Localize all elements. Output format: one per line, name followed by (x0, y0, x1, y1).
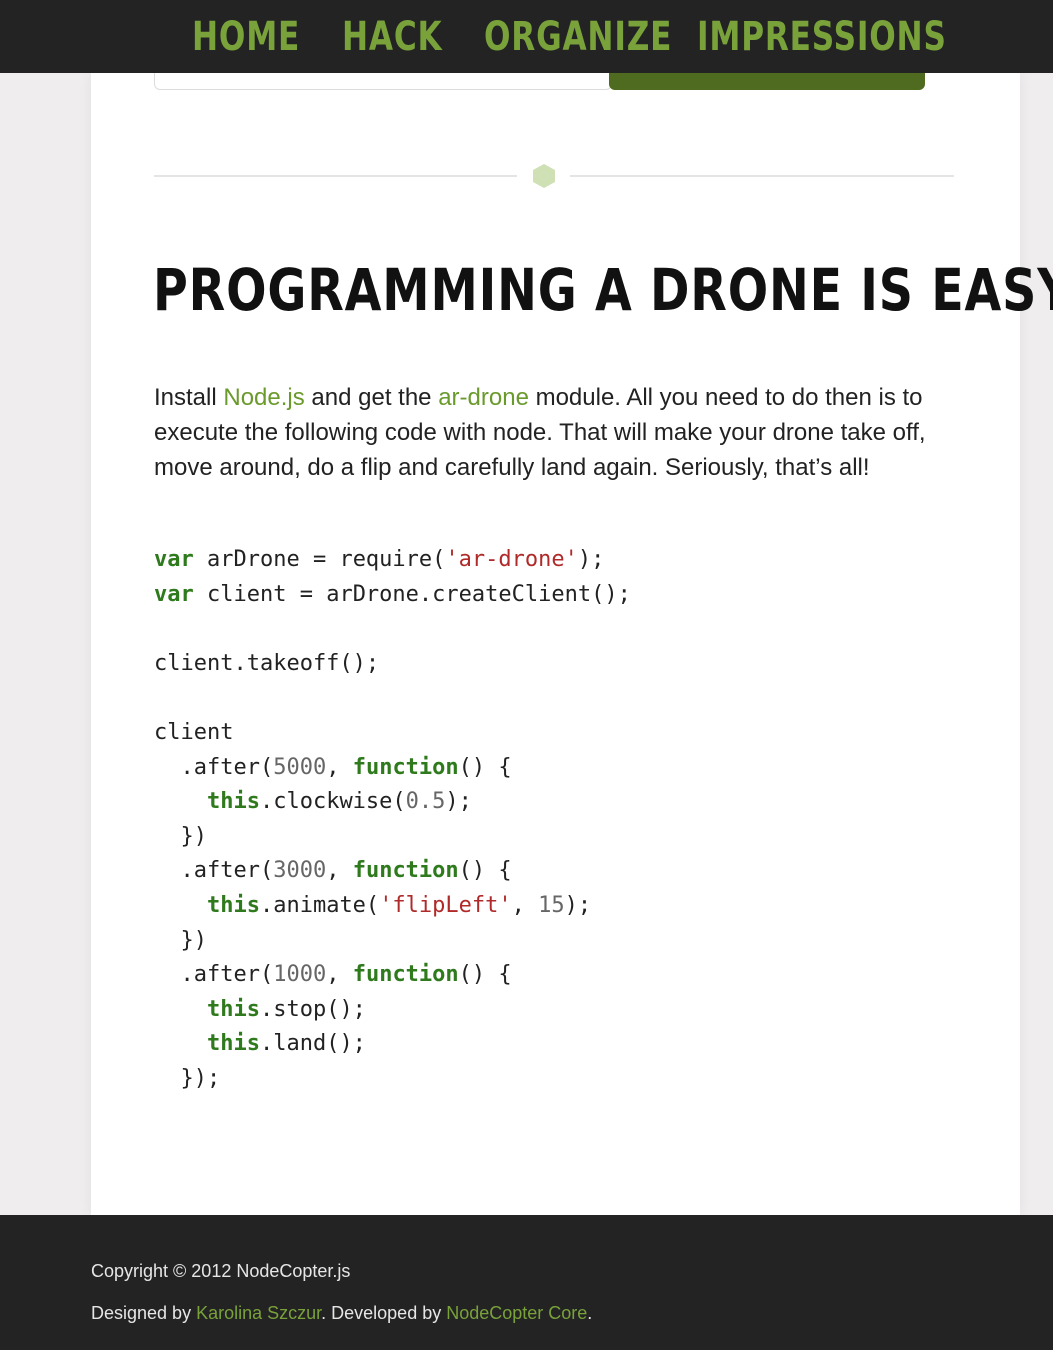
code-text: .after( (154, 754, 274, 780)
code-keyword: this (206, 789, 260, 815)
code-string: 'flipLeft' (379, 892, 512, 918)
divider-line-left (154, 175, 517, 177)
code-text: }); (154, 1065, 221, 1091)
code-keyword: this (206, 996, 260, 1022)
code-text: .land(); (259, 1031, 366, 1057)
designed-by-label: Designed by (91, 1303, 197, 1323)
code-text: , (326, 962, 353, 988)
code-text: client (154, 719, 234, 745)
code-number: 0.5 (405, 789, 446, 815)
code-keyword: this (206, 1031, 260, 1057)
designer-link[interactable]: Karolina Szczur (196, 1303, 321, 1323)
page-title: PROGRAMMING A DRONE IS EASY! (153, 256, 1053, 324)
code-text: .clockwise( (259, 789, 406, 815)
code-text: client = arDrone.createClient(); (193, 581, 631, 607)
code-number: 15 (538, 892, 565, 918)
hexagon-icon (533, 164, 555, 188)
intro-paragraph: Install Node.js and get the ar-drone mod… (154, 380, 954, 485)
page-footer: Copyright © 2012 NodeCopter.js Designed … (0, 1215, 1053, 1350)
credits-text: Designed by Karolina Szczur. Developed b… (91, 1303, 592, 1324)
nav-organize-link[interactable]: ORGANIZE (484, 12, 672, 62)
nav-hack-link[interactable]: HACK (342, 12, 442, 62)
code-text: .animate( (259, 892, 380, 918)
top-navigation-bar: HOME HACK ORGANIZE IMPRESSIONS (0, 0, 1053, 73)
nav-impressions-link[interactable]: IMPRESSIONS (697, 12, 947, 62)
code-keyword: this (206, 892, 260, 918)
divider-line-right (570, 175, 954, 177)
code-text: arDrone = require( (193, 547, 446, 572)
intro-text-1: Install (154, 384, 224, 411)
code-text: () { (458, 858, 512, 884)
nodejs-link[interactable]: Node.js (223, 384, 304, 411)
code-text: () { (458, 754, 512, 780)
code-text: ); (577, 547, 605, 572)
code-keyword: function (352, 754, 459, 780)
code-text: }) (154, 823, 207, 849)
code-text: ); (564, 892, 592, 918)
credits-end: . (587, 1303, 593, 1323)
code-text: , (326, 754, 353, 780)
code-text: .stop(); (259, 996, 366, 1022)
code-number: 5000 (273, 754, 327, 780)
code-number: 3000 (273, 858, 327, 884)
developer-link[interactable]: NodeCopter Core (446, 1303, 587, 1323)
copyright-text: Copyright © 2012 NodeCopter.js (91, 1261, 351, 1281)
code-text: ); (445, 789, 472, 815)
code-text: client.takeoff(); (154, 650, 380, 676)
code-keyword: var (154, 581, 194, 607)
code-text: , (326, 858, 353, 884)
code-keyword: function (352, 962, 459, 988)
code-text: , (511, 892, 539, 918)
content-panel: PROGRAMMING A DRONE IS EASY! Install Nod… (91, 69, 1053, 1215)
ar-drone-link[interactable]: ar-drone (438, 384, 529, 411)
section-divider (154, 164, 954, 188)
nav-home-link[interactable]: HOME (192, 12, 300, 62)
intro-text-2: and get the (304, 384, 439, 411)
code-text: }) (154, 927, 207, 953)
code-block: var arDrone = require('ar-drone'); var c… (154, 543, 631, 1097)
code-text: .after( (154, 858, 274, 884)
code-string: 'ar-drone' (445, 547, 578, 572)
code-text: .after( (154, 962, 274, 988)
main-nav: HOME HACK ORGANIZE IMPRESSIONS (0, 0, 1053, 73)
code-keyword: function (352, 858, 459, 884)
code-text: () { (458, 962, 512, 988)
code-number: 1000 (273, 962, 327, 988)
code-keyword: var (154, 547, 194, 572)
developed-by-label: . Developed by (321, 1303, 447, 1323)
